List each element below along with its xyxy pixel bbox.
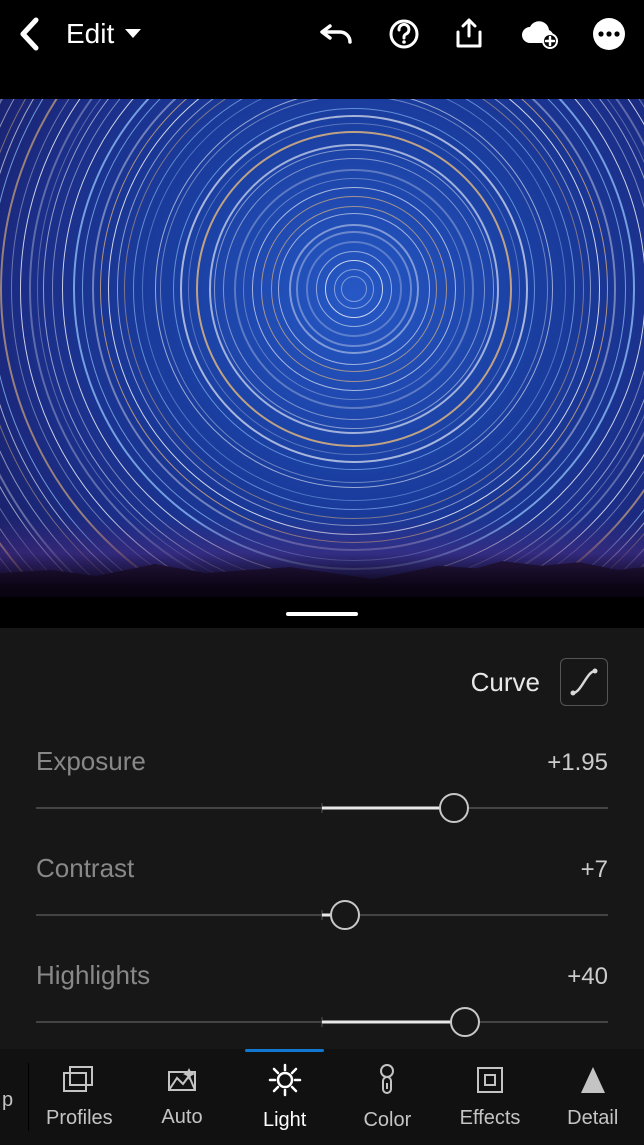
panel-drag-handle[interactable] — [286, 612, 358, 616]
more-button[interactable] — [592, 17, 626, 51]
slider-track[interactable] — [36, 900, 608, 930]
help-button[interactable] — [388, 18, 420, 50]
slider-value: +40 — [567, 963, 608, 991]
tab-color[interactable]: Color — [336, 1049, 439, 1145]
slider-highlights: Highlights +40 — [36, 960, 608, 1037]
slider-exposure: Exposure +1.95 — [36, 746, 608, 823]
tab-detail[interactable]: Detail — [541, 1049, 644, 1145]
undo-button[interactable] — [320, 20, 354, 48]
slider-thumb[interactable] — [450, 1007, 480, 1037]
slider-thumb[interactable] — [330, 900, 360, 930]
image-preview-area — [0, 68, 644, 628]
slider-value: +1.95 — [547, 749, 608, 777]
profiles-icon — [62, 1065, 96, 1101]
bottom-toolbar: p Profiles Auto Light Color Effects Detail — [0, 1049, 644, 1145]
back-button[interactable] — [18, 17, 40, 51]
top-toolbar: Edit — [0, 0, 644, 68]
curve-label: Curve — [471, 667, 540, 698]
slider-value: +7 — [581, 856, 608, 884]
share-icon — [454, 18, 484, 50]
slider-track[interactable] — [36, 793, 608, 823]
tab-auto[interactable]: Auto — [131, 1049, 234, 1145]
tab-label: Profiles — [46, 1107, 113, 1130]
crop-tab-partial[interactable]: p — [0, 1049, 28, 1145]
tab-label: Auto — [161, 1106, 202, 1129]
tab-effects[interactable]: Effects — [439, 1049, 542, 1145]
slider-label: Highlights — [36, 960, 150, 991]
tab-light[interactable]: Light — [233, 1049, 336, 1145]
detail-icon — [580, 1065, 606, 1101]
more-icon — [592, 17, 626, 51]
slider-label: Exposure — [36, 746, 146, 777]
slider-track[interactable] — [36, 1007, 608, 1037]
share-button[interactable] — [454, 18, 484, 50]
tab-profiles[interactable]: Profiles — [28, 1049, 131, 1145]
help-icon — [388, 18, 420, 50]
mode-title: Edit — [66, 18, 114, 50]
tab-label: p — [2, 1089, 13, 1112]
light-icon — [268, 1063, 302, 1103]
color-icon — [376, 1063, 398, 1103]
cloud-plus-icon — [518, 19, 558, 49]
tab-label: Effects — [460, 1107, 521, 1130]
slider-contrast: Contrast +7 — [36, 853, 608, 930]
tab-label: Detail — [567, 1107, 618, 1130]
light-panel: Curve Exposure +1.95 Contrast +7 Highlights +… — [0, 628, 644, 1049]
tab-label: Light — [263, 1109, 306, 1132]
chevron-down-icon — [124, 28, 142, 40]
curve-icon — [569, 667, 599, 697]
tab-label: Color — [363, 1109, 411, 1132]
effects-icon — [475, 1065, 505, 1101]
undo-icon — [320, 20, 354, 48]
mode-dropdown[interactable]: Edit — [66, 18, 142, 50]
cloud-sync-button[interactable] — [518, 19, 558, 49]
auto-icon — [165, 1066, 199, 1100]
photo-preview[interactable] — [0, 99, 644, 597]
slider-label: Contrast — [36, 853, 134, 884]
chevron-left-icon — [18, 17, 40, 51]
slider-thumb[interactable] — [439, 793, 469, 823]
horizon-silhouette — [0, 537, 644, 597]
curve-button[interactable] — [560, 658, 608, 706]
